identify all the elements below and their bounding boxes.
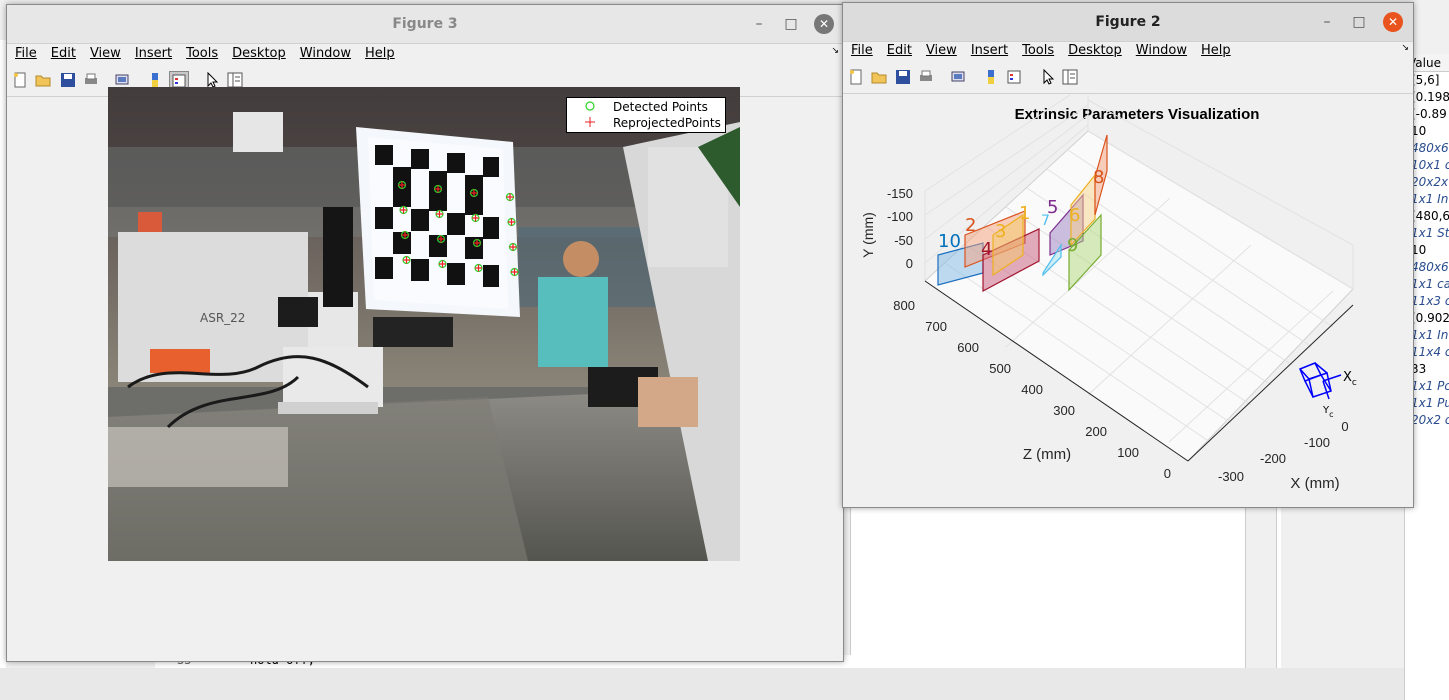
z-tick: 600 xyxy=(957,340,979,355)
z-tick: 300 xyxy=(1053,403,1075,418)
z-tick: 0 xyxy=(1164,466,1171,481)
board-label-10: 10 xyxy=(938,231,961,252)
save-icon[interactable] xyxy=(59,71,77,89)
y-axis-label: Y (mm) xyxy=(860,212,876,258)
minimize-button[interactable]: – xyxy=(749,14,769,34)
legend-icon[interactable] xyxy=(1005,68,1023,86)
close-button[interactable]: ✕ xyxy=(814,14,834,34)
detected-legend-label: Detected Points xyxy=(613,100,708,114)
close-icon: ✕ xyxy=(1383,12,1403,32)
x-tick: -200 xyxy=(1260,451,1286,466)
board-label-2: 2 xyxy=(965,215,976,236)
z-axis-label: Z (mm) xyxy=(1023,446,1071,463)
figure-3-menubar: File Edit View Insert Tools Desktop Window Help xyxy=(7,42,843,66)
new-figure-icon[interactable] xyxy=(11,71,29,89)
menu-help[interactable]: Help xyxy=(365,42,395,66)
new-figure-icon[interactable] xyxy=(847,68,865,86)
camera-icon xyxy=(1299,362,1342,400)
board-label-9: 9 xyxy=(1067,235,1078,256)
print-icon[interactable] xyxy=(82,71,100,89)
menu-desktop[interactable]: Desktop xyxy=(1068,39,1122,63)
y-tick: 0 xyxy=(906,256,913,271)
minimize-button[interactable]: – xyxy=(1317,12,1337,32)
z-tick: 100 xyxy=(1117,445,1139,460)
x-tick: -100 xyxy=(1304,435,1330,450)
close-icon: ✕ xyxy=(814,14,834,34)
calibration-photo: ASR_22 Detected Points ReprojectedPoints xyxy=(108,87,740,561)
menu-edit[interactable]: Edit xyxy=(51,42,76,66)
x-tick: -300 xyxy=(1218,469,1244,484)
plot-title: Extrinsic Parameters Visualization xyxy=(1015,106,1260,123)
y-tick: -50 xyxy=(894,233,913,248)
board-label-6: 6 xyxy=(1069,205,1080,226)
z-tick: 400 xyxy=(1021,382,1043,397)
menu-file[interactable]: File xyxy=(851,39,873,63)
menu-tools[interactable]: Tools xyxy=(186,42,218,66)
menu-help[interactable]: Help xyxy=(1201,39,1231,63)
menu-insert[interactable]: Insert xyxy=(971,39,1008,63)
z-tick: 200 xyxy=(1085,424,1107,439)
menu-insert[interactable]: Insert xyxy=(135,42,172,66)
y-tick-labels: -150 -100 -50 0 xyxy=(887,186,913,271)
reprojected-legend-label: ReprojectedPoints xyxy=(613,116,721,130)
link-figure-icon[interactable] xyxy=(949,68,967,86)
z-tick: 800 xyxy=(893,298,915,313)
figure-2-toolbar xyxy=(843,63,1413,94)
camera-y-label: Yc xyxy=(1322,405,1334,419)
colorbar-icon[interactable] xyxy=(982,68,1000,86)
x-axis-label: X (mm) xyxy=(1290,475,1339,492)
reprojected-legend-marker xyxy=(585,115,595,131)
y-tick: -150 xyxy=(887,186,913,201)
detected-legend-marker xyxy=(585,99,595,115)
lab-scene-image: ASR_22 xyxy=(108,87,740,561)
board-label-4: 4 xyxy=(981,239,992,260)
dock-arrow-icon[interactable]: ↘ xyxy=(831,46,839,56)
menu-window[interactable]: Window xyxy=(300,42,351,66)
figure-2-menubar: File Edit View Insert Tools Desktop Window Help xyxy=(843,39,1413,63)
save-icon[interactable] xyxy=(894,68,912,86)
menu-tools[interactable]: Tools xyxy=(1022,39,1054,63)
dock-arrow-icon[interactable]: ↘ xyxy=(1401,43,1409,53)
z-tick: 500 xyxy=(989,361,1011,376)
open-file-icon[interactable] xyxy=(870,68,888,86)
image-legend[interactable]: Detected Points ReprojectedPoints xyxy=(566,97,726,133)
figure-2-titlebar[interactable]: Figure 2 – □ ✕ xyxy=(843,3,1413,42)
z-tick: 700 xyxy=(925,319,947,334)
x-tick: 0 xyxy=(1341,419,1348,434)
board-label-7: 7 xyxy=(1041,213,1050,229)
camera-x-label: Xc xyxy=(1343,370,1357,388)
menu-edit[interactable]: Edit xyxy=(887,39,912,63)
menu-file[interactable]: File xyxy=(15,42,37,66)
y-tick: -100 xyxy=(887,209,913,224)
pointer-icon[interactable] xyxy=(1039,68,1057,86)
board-label-8: 8 xyxy=(1093,167,1104,188)
figure-3-titlebar[interactable]: Figure 3 – □ ✕ xyxy=(7,5,843,44)
menu-view[interactable]: View xyxy=(926,39,957,63)
panel-divider[interactable] xyxy=(1245,505,1277,668)
maximize-button[interactable]: □ xyxy=(1349,12,1369,32)
figure-3-window: Figure 3 – □ ✕ File Edit View Insert Tools De… xyxy=(6,4,844,662)
open-file-icon[interactable] xyxy=(34,71,52,89)
print-icon[interactable] xyxy=(917,68,935,86)
menu-desktop[interactable]: Desktop xyxy=(232,42,286,66)
maximize-button[interactable]: □ xyxy=(781,14,801,34)
menu-view[interactable]: View xyxy=(90,42,121,66)
board-label-1: 1 xyxy=(1019,203,1030,224)
close-button[interactable]: ✕ xyxy=(1383,12,1403,32)
menu-window[interactable]: Window xyxy=(1136,39,1187,63)
figure-3-title: Figure 3 xyxy=(392,16,458,32)
figure-2-window: Figure 2 – □ ✕ File Edit View Insert Tools De… xyxy=(842,2,1414,508)
extrinsics-plot[interactable]: Extrinsic Parameters Visualization 10 2 … xyxy=(843,95,1413,505)
board-label-3: 3 xyxy=(995,221,1006,242)
editor-area xyxy=(850,505,1281,668)
photo-writing: ASR_22 xyxy=(200,311,245,325)
property-editor-icon[interactable] xyxy=(1061,68,1079,86)
